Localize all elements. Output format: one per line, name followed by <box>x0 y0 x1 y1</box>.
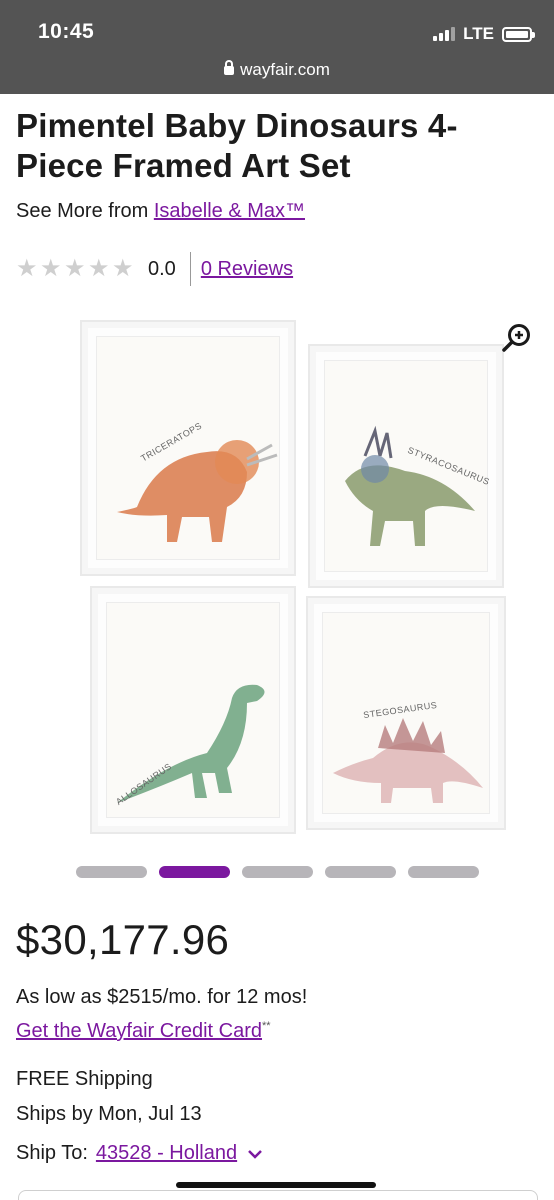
art-panel-stegosaurus: STEGOSAURUS <box>306 596 506 830</box>
art-panel-allosaurus: ALLOSAURUS <box>90 586 296 834</box>
ship-to-location-link[interactable]: 43528 - Holland <box>96 1142 237 1165</box>
rating-row: ★ ★ ★ ★ ★ 0.0 0 Reviews <box>16 252 293 286</box>
signal-icon <box>433 27 456 41</box>
star-icon: ★ <box>88 255 110 282</box>
stegosaurus-illustration <box>333 718 483 803</box>
credit-footnote-mark: ** <box>262 1020 271 1033</box>
status-time: 10:45 <box>38 20 95 43</box>
url-text: wayfair.com <box>240 60 330 79</box>
rating-divider <box>189 252 191 286</box>
product-title: Pimentel Baby Dinosaurs 4-Piece Framed A… <box>16 107 458 184</box>
star-icon: ★ <box>16 255 38 282</box>
ship-to-label: Ship To: <box>16 1142 88 1164</box>
credit-card-link-text: Get the Wayfair Credit Card <box>16 1020 263 1042</box>
star-rating: ★ ★ ★ ★ ★ <box>16 255 134 282</box>
battery-icon <box>502 26 535 42</box>
chevron-down-icon[interactable] <box>247 1146 263 1162</box>
carousel-dot-active[interactable] <box>159 866 230 878</box>
next-section-box <box>18 1190 538 1200</box>
see-more-prefix: See More from <box>16 200 154 222</box>
address-bar[interactable]: wayfair.com <box>0 60 554 80</box>
lock-icon <box>224 60 235 75</box>
status-indicators: LTE <box>433 24 535 44</box>
price: $30,177.96 <box>16 916 230 963</box>
art-panel-styracosaurus: STYRACOSAURUS <box>308 344 504 588</box>
rating-score: 0.0 <box>148 257 176 280</box>
financing-text: As low as $2515/mo. for 12 mos! <box>16 986 308 1008</box>
star-icon: ★ <box>112 255 134 282</box>
star-icon: ★ <box>64 255 86 282</box>
carousel-indicator <box>76 866 479 878</box>
ships-by: Ships by Mon, Jul 13 <box>16 1103 202 1125</box>
zoom-icon[interactable] <box>500 322 532 354</box>
ship-to: Ship To: 43528 - Holland <box>16 1142 263 1165</box>
product-image[interactable]: TRICERATOPS STYRACOSAURUS ALLOSAURUS STE… <box>76 312 516 842</box>
see-more-brand: See More from Isabelle & Max™ <box>16 200 305 223</box>
network-label: LTE <box>463 24 494 43</box>
browser-chrome: 10:45 LTE wayfair.com <box>0 0 554 94</box>
star-icon: ★ <box>40 255 62 282</box>
credit-card-link[interactable]: Get the Wayfair Credit Card** <box>16 1020 271 1043</box>
triceratops-illustration <box>117 440 278 542</box>
free-shipping: FREE Shipping <box>16 1068 153 1090</box>
carousel-dot[interactable] <box>242 866 313 878</box>
carousel-dot[interactable] <box>408 866 479 878</box>
carousel-dot[interactable] <box>76 866 147 878</box>
carousel-dot[interactable] <box>325 866 396 878</box>
reviews-link[interactable]: 0 Reviews <box>201 258 293 281</box>
art-panel-triceratops: TRICERATOPS <box>80 320 296 576</box>
brand-link[interactable]: Isabelle & Max™ <box>154 200 305 222</box>
home-indicator <box>176 1182 376 1188</box>
